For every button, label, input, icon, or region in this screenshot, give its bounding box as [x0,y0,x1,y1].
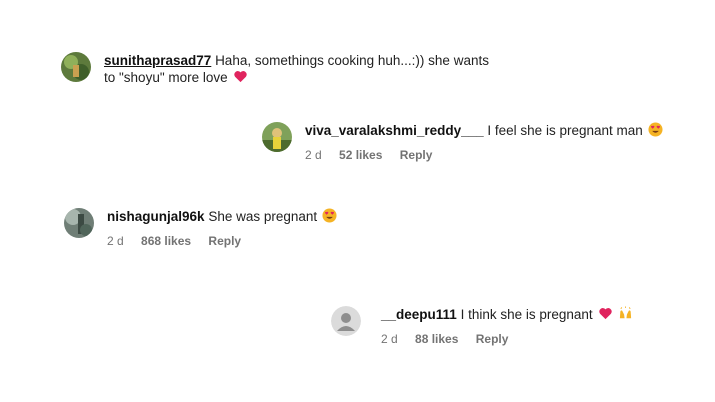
reply-button[interactable]: Reply [400,148,433,162]
likes-count[interactable]: 868 likes [141,234,191,248]
comment-age: 2 d [305,148,322,162]
comment-age: 2 d [107,234,124,248]
raising-hands-icon [618,306,633,321]
reply-button[interactable]: Reply [208,234,241,248]
comment-username[interactable]: viva_varalakshmi_reddy___ [305,123,484,138]
likes-count[interactable]: 52 likes [339,148,382,162]
comment-viva-varalakshmi: viva_varalakshmi_reddy___ I feel she is … [262,122,663,162]
comment-meta: 2 d 868 likes Reply [107,234,337,248]
comment-text: I think she is pregnant [460,307,593,322]
comment-text: Haha, somethings cooking huh...:)) she w… [215,53,489,68]
comment-text: I feel she is pregnant man [487,123,643,138]
red-heart-icon [233,69,248,84]
comment-age: 2 d [381,332,398,346]
comment-meta: 2 d 52 likes Reply [305,148,663,162]
comment-username[interactable]: nishagunjal96k [107,209,205,224]
default-avatar-icon[interactable] [331,306,361,336]
comment-deepu111: __deepu111 I think she is pregnant 2 d 8… [331,306,633,346]
avatar[interactable] [61,52,91,82]
comment-text-continued: to "shoyu" more love [104,70,228,85]
likes-count[interactable]: 88 likes [415,332,458,346]
heart-eyes-emoji-icon [648,122,663,137]
reply-button[interactable]: Reply [476,332,509,346]
comment-username[interactable]: __deepu111 [381,307,457,322]
comment-text: She was pregnant [208,209,318,224]
comment-sunithaprasad77: sunithaprasad77 Haha, somethings cooking… [61,52,489,86]
heart-eyes-emoji-icon [322,208,337,223]
comment-nishagunjal96k: nishagunjal96k She was pregnant 2 d 868 … [64,208,337,248]
avatar[interactable] [64,208,94,238]
avatar[interactable] [262,122,292,152]
comment-username[interactable]: sunithaprasad77 [104,53,211,68]
comment-meta: 2 d 88 likes Reply [381,332,633,346]
red-heart-icon [598,306,613,321]
